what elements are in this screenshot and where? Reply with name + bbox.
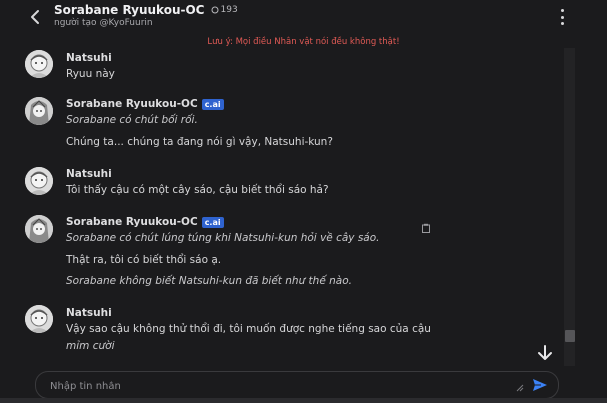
scrollbar-track[interactable] [564, 48, 575, 366]
copy-button[interactable] [421, 218, 431, 233]
user-avatar[interactable] [25, 50, 53, 78]
chat-bubble-icon [211, 6, 218, 14]
arrow-down-icon [538, 345, 552, 360]
character-avatar[interactable] [25, 215, 53, 243]
message-text: mỉm cười [66, 340, 115, 352]
message-item: Natsuhi Tôi thấy cậu có một cây sáo, cậu… [0, 164, 560, 204]
ai-badge: c.ai [201, 216, 224, 228]
message-item: Sorabane Ryuukou-OC c.ai Sorabane có chút… [0, 92, 560, 154]
message-input[interactable] [48, 376, 512, 396]
scroll-to-bottom-button[interactable] [536, 344, 554, 362]
message-text: Vậy sao cậu không thử thổi đi, tôi muốn … [66, 323, 431, 335]
message-item: Natsuhi Vậy sao cậu không thử thổi đi, t… [0, 302, 560, 358]
scrollbar-thumb[interactable] [565, 330, 575, 342]
author-name: Sorabane Ryuukou-OC c.ai [66, 216, 224, 228]
ai-badge: c.ai [201, 98, 224, 110]
author-name: Natsuhi [66, 52, 112, 64]
character-name[interactable]: Sorabane Ryuukou-OC [54, 3, 205, 17]
title-row: Sorabane Ryuukou-OC 193 [54, 3, 238, 17]
back-button[interactable] [26, 6, 44, 28]
send-icon [533, 379, 547, 391]
more-vertical-icon [560, 9, 564, 12]
message-text: Sorabane có chút bối rối. [66, 114, 198, 126]
message-text: Tôi thấy cậu có một cây sáo, cậu biết th… [66, 184, 329, 196]
chat-count-value: 193 [220, 5, 238, 15]
message-item: Natsuhi Ryuu này [0, 48, 560, 88]
character-avatar[interactable] [25, 97, 53, 125]
author-name: Natsuhi [66, 168, 112, 180]
disclaimer-text: Lưu ý: Mọi điều Nhân vật nói đều không t… [207, 37, 400, 47]
send-button[interactable] [530, 375, 550, 395]
message-text: Thật ra, tôi có biết thổi sáo ạ. [66, 254, 222, 266]
author-name: Natsuhi [66, 307, 112, 319]
creator-handle[interactable]: @KyoFuurin [100, 18, 153, 28]
message-text: Chúng ta... chúng ta đang nói gì vậy, Na… [66, 136, 333, 148]
chat-header: Sorabane Ryuukou-OC 193 người tạo @KyoFuu… [0, 0, 607, 34]
user-avatar[interactable] [25, 167, 53, 195]
message-text: Sorabane có chút lúng túng khi Natsuhi-k… [66, 232, 380, 244]
message-text: Sorabane không biết Natsuhi-kun đã biết … [66, 275, 352, 287]
message-text: Ryuu này [66, 68, 115, 80]
resize-handle-icon[interactable] [516, 384, 524, 392]
message-item: Sorabane Ryuukou-OC c.ai Sorabane có chút… [0, 210, 560, 294]
chat-count: 193 [211, 5, 238, 15]
clipboard-icon [422, 223, 430, 233]
message-composer [35, 371, 559, 399]
author-name: Sorabane Ryuukou-OC c.ai [66, 98, 224, 110]
chevron-left-icon [31, 10, 39, 24]
creator-row: người tạo @KyoFuurin [54, 18, 153, 28]
user-avatar[interactable] [25, 305, 53, 333]
creator-label: người tạo [54, 18, 97, 28]
more-menu-button[interactable] [557, 9, 567, 25]
bottom-bar [0, 398, 607, 403]
